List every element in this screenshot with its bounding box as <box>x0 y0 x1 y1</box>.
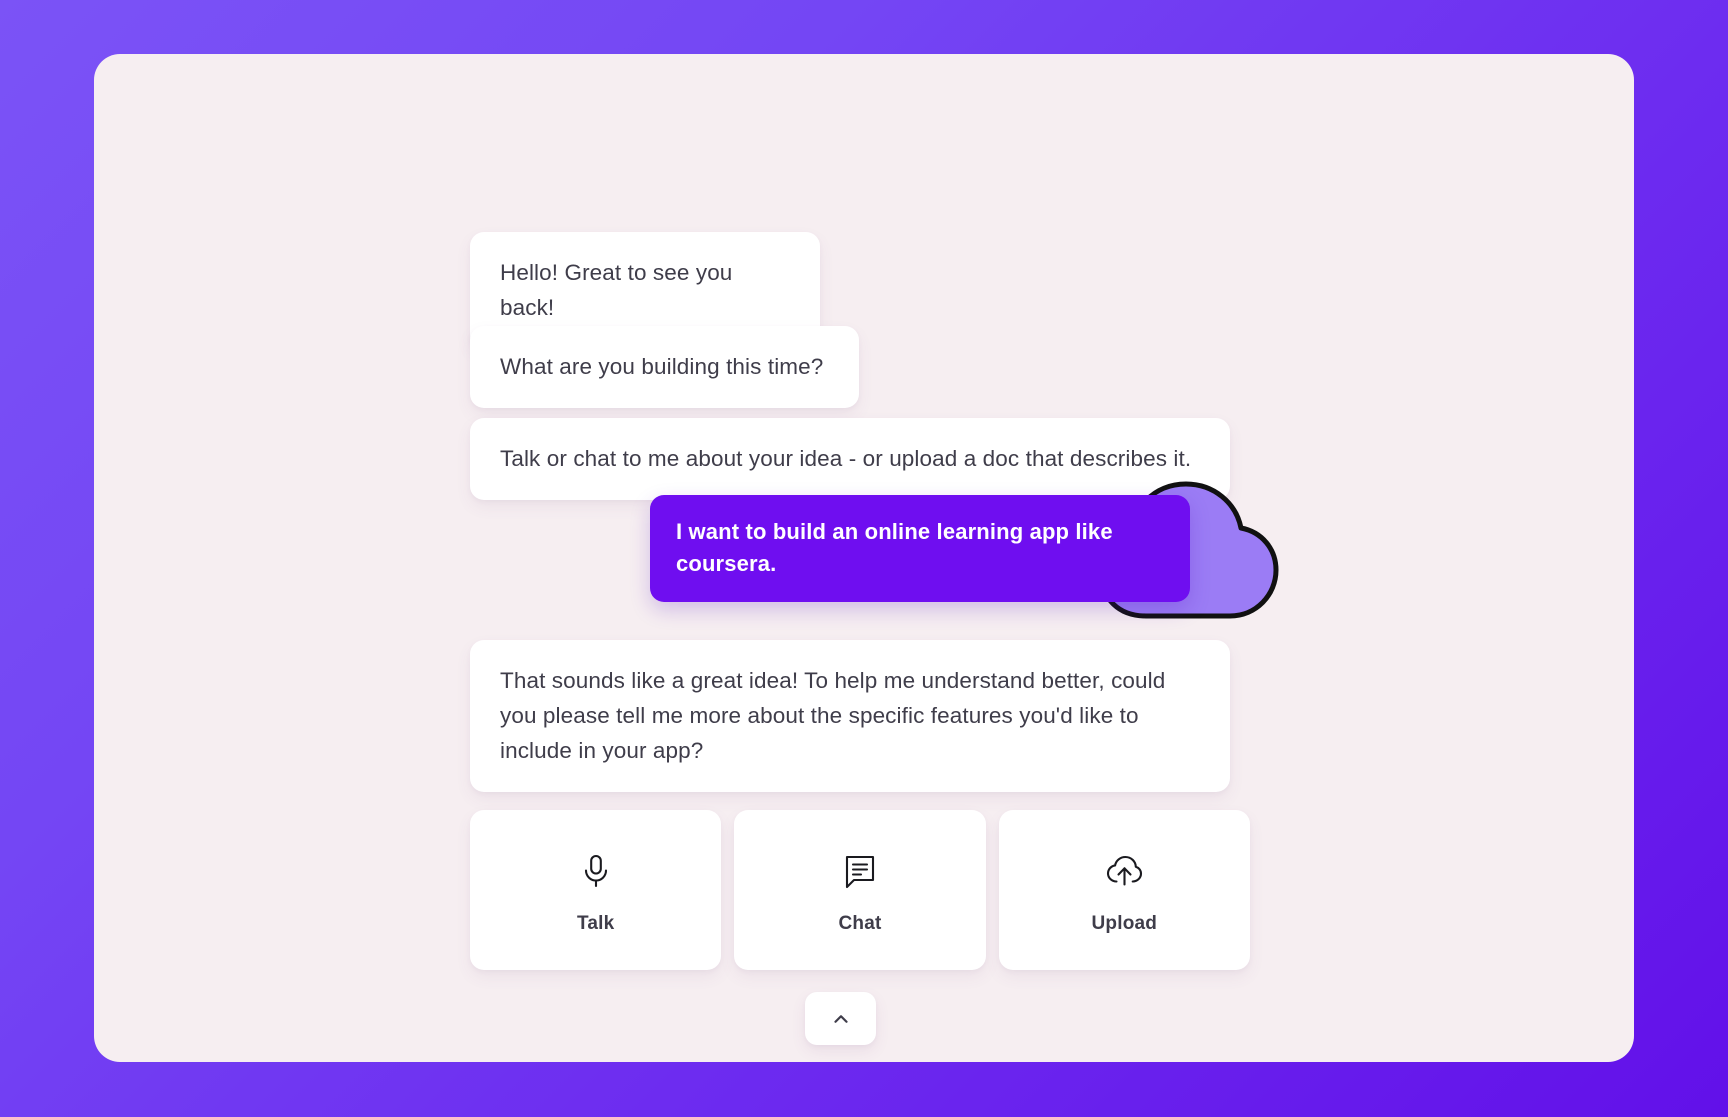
action-buttons-row: Talk Chat Upload <box>470 810 1250 970</box>
talk-button[interactable]: Talk <box>470 810 722 970</box>
chat-button[interactable]: Chat <box>734 810 986 970</box>
upload-button-label: Upload <box>1091 913 1158 934</box>
chat-bubble-icon <box>845 855 875 889</box>
assistant-message-question: What are you building this time? <box>470 326 859 408</box>
user-message-idea: I want to build an online learning app l… <box>650 495 1190 602</box>
app-card: Hello! Great to see you back! What are y… <box>94 54 1634 1062</box>
message-text: Talk or chat to me about your idea - or … <box>500 446 1192 471</box>
assistant-message-followup: That sounds like a great idea! To help m… <box>470 640 1230 792</box>
chevron-up-icon <box>833 1014 848 1023</box>
upload-button[interactable]: Upload <box>998 810 1250 970</box>
cloud-upload-icon <box>1107 855 1143 886</box>
message-text: I want to build an online learning app l… <box>676 519 1113 576</box>
message-text: What are you building this time? <box>500 354 824 379</box>
assistant-message-instruction: Talk or chat to me about your idea - or … <box>470 418 1230 500</box>
chat-button-label: Chat <box>838 913 882 934</box>
collapse-panel-button[interactable] <box>805 992 876 1045</box>
talk-button-label: Talk <box>576 913 615 934</box>
microphone-icon <box>584 854 607 888</box>
message-text: That sounds like a great idea! To help m… <box>500 668 1166 763</box>
message-text: Hello! Great to see you back! <box>500 260 733 320</box>
